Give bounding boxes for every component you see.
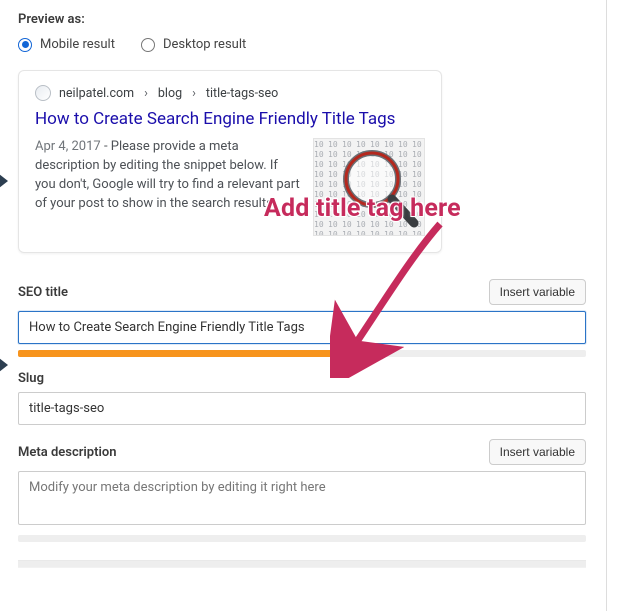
slug-label: Slug xyxy=(18,371,44,386)
serp-title-link[interactable]: How to Create Search Engine Friendly Tit… xyxy=(35,109,425,130)
breadcrumb-sep-icon: › xyxy=(144,86,148,101)
edge-caret-icon xyxy=(0,358,8,372)
screenshot-stage: Preview as: Mobile result Desktop result… xyxy=(0,0,619,611)
serp-date: Apr 4, 2017 xyxy=(35,139,101,154)
meta-description-label: Meta description xyxy=(18,445,116,460)
radio-label: Desktop result xyxy=(163,37,246,52)
seo-title-label: SEO title xyxy=(18,285,68,300)
insert-variable-button[interactable]: Insert variable xyxy=(489,279,586,305)
meta-description-input[interactable] xyxy=(18,471,586,525)
seo-title-progress-bar xyxy=(18,350,370,357)
serp-breadcrumb: neilpatel.com › blog › title-tags-seo xyxy=(35,85,425,101)
radio-mobile-result[interactable]: Mobile result xyxy=(18,37,115,52)
serp-thumbnail: 10 xyxy=(313,138,425,236)
serp-description: Apr 4, 2017 - Please provide a meta desc… xyxy=(35,138,301,236)
radio-dot-icon xyxy=(141,38,155,52)
breadcrumb-part: blog xyxy=(158,86,182,101)
yoast-snippet-panel: Preview as: Mobile result Desktop result… xyxy=(8,0,607,611)
radio-desktop-result[interactable]: Desktop result xyxy=(141,37,246,52)
panel-bottom-divider xyxy=(18,560,586,568)
field-seo-title: SEO title Insert variable xyxy=(18,279,586,357)
breadcrumb-domain: neilpatel.com xyxy=(59,86,134,101)
field-meta-description: Meta description Insert variable xyxy=(18,439,586,542)
radio-dot-icon xyxy=(18,38,32,52)
globe-favicon-icon xyxy=(35,85,51,101)
seo-title-input[interactable] xyxy=(18,311,586,344)
insert-variable-button[interactable]: Insert variable xyxy=(489,439,586,465)
serp-preview-card: neilpatel.com › blog › title-tags-seo Ho… xyxy=(18,70,442,253)
breadcrumb-sep-icon: › xyxy=(192,86,196,101)
field-slug: Slug xyxy=(18,371,586,425)
radio-label: Mobile result xyxy=(40,37,115,52)
preview-as-label: Preview as: xyxy=(18,12,586,27)
edge-caret-icon xyxy=(0,174,8,188)
slug-input[interactable] xyxy=(18,392,586,425)
breadcrumb-part: title-tags-seo xyxy=(206,86,278,101)
serp-date-dash: - xyxy=(101,139,111,154)
meta-description-progress xyxy=(18,535,586,542)
seo-title-progress xyxy=(18,350,586,357)
preview-mode-group: Mobile result Desktop result xyxy=(18,37,586,52)
magnifier-binary-icon: 10 xyxy=(314,139,424,235)
serp-body: Apr 4, 2017 - Please provide a meta desc… xyxy=(35,138,425,236)
